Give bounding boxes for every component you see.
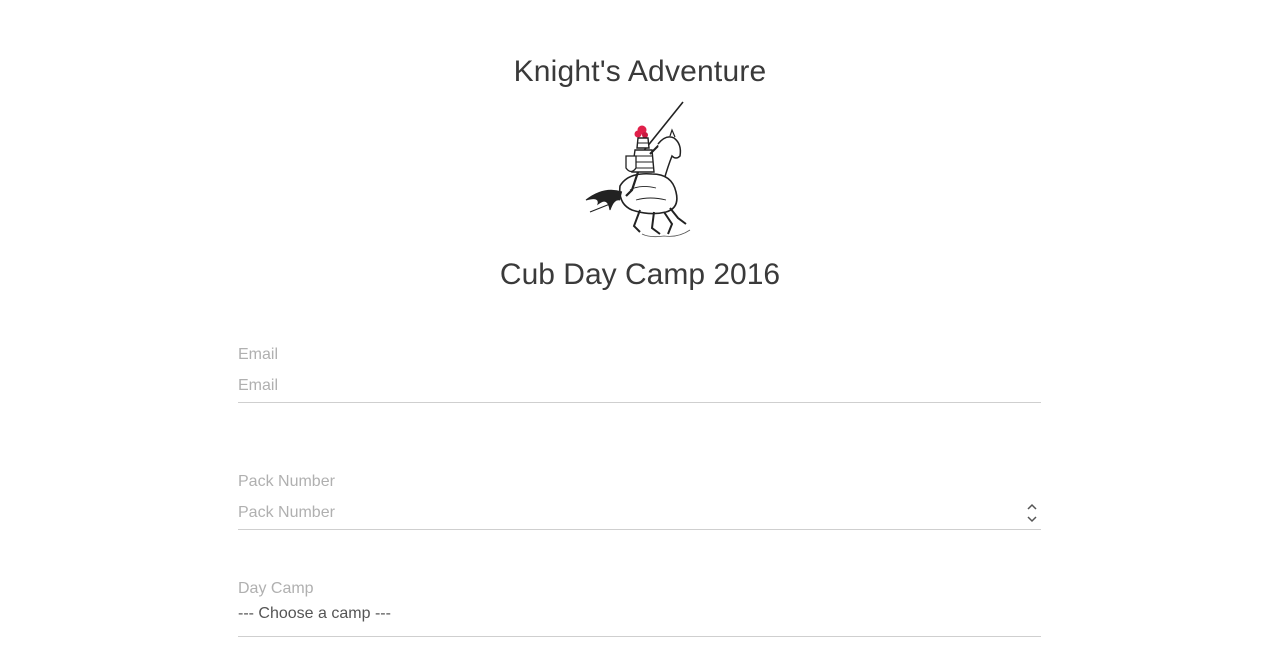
day-camp-selected-value: --- Choose a camp --- xyxy=(238,605,391,622)
pack-number-label: Pack Number xyxy=(238,473,335,490)
day-camp-field-group: Day Camp --- Choose a camp --- xyxy=(238,579,1041,643)
email-input[interactable] xyxy=(238,369,1041,403)
pack-number-field-group: Pack Number xyxy=(238,472,1041,536)
day-camp-select[interactable]: --- Choose a camp --- xyxy=(238,603,1041,637)
day-camp-label: Day Camp xyxy=(238,580,314,597)
chevron-down-icon[interactable] xyxy=(1027,516,1037,523)
number-stepper[interactable] xyxy=(1025,498,1039,528)
chevron-up-icon[interactable] xyxy=(1027,503,1037,510)
camp-title: Cub Day Camp 2016 xyxy=(499,258,781,291)
knight-on-horse-logo xyxy=(580,100,700,240)
email-field-group: Email xyxy=(238,345,1041,409)
page-title: Knight's Adventure xyxy=(513,55,767,88)
pack-number-input[interactable] xyxy=(238,496,1041,530)
registration-page: Knight's Adventure Cub Day Camp 2016 Ema… xyxy=(0,0,1280,660)
email-label: Email xyxy=(238,346,279,363)
